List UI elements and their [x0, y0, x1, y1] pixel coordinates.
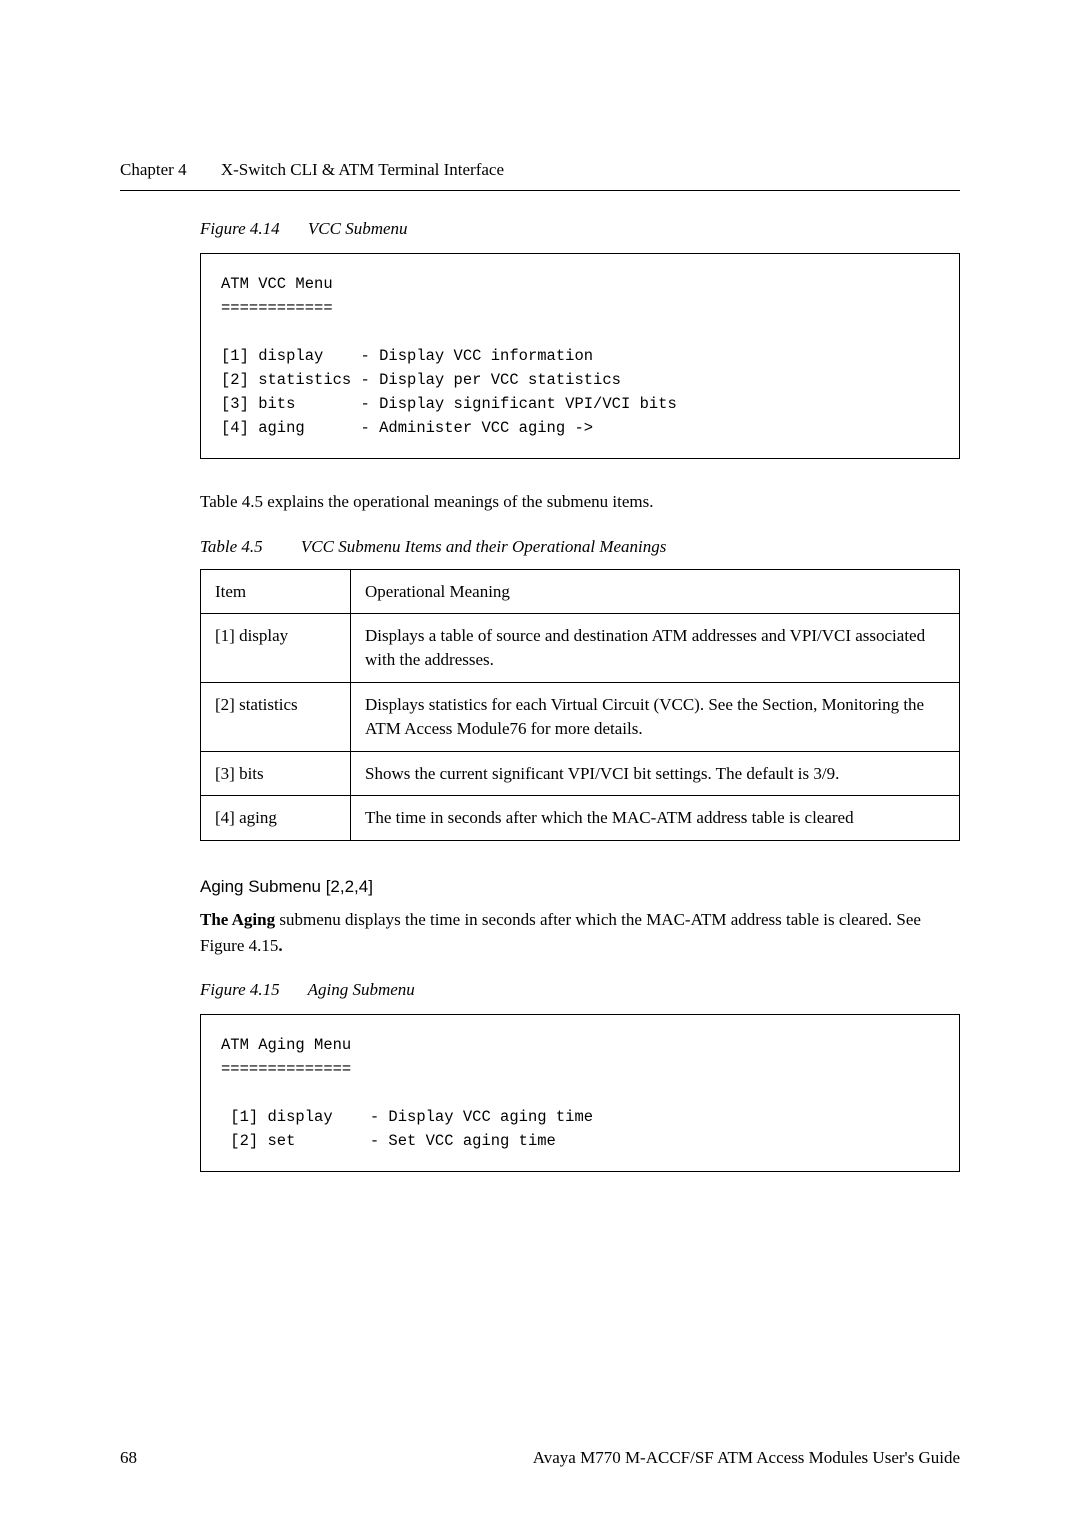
table-cell-meaning: Displays a table of source and destinati… — [351, 614, 960, 683]
figure-4-14-caption: Figure 4.14 VCC Submenu — [200, 219, 960, 239]
table-4-5-caption: Table 4.5 VCC Submenu Items and their Op… — [200, 537, 960, 557]
table-cell-item: [1] display — [201, 614, 351, 683]
chapter-title: X-Switch CLI & ATM Terminal Interface — [221, 160, 504, 179]
header-divider — [120, 190, 960, 191]
figure-label: Figure 4.14 — [200, 219, 280, 238]
aging-rest: submenu displays the time in seconds aft… — [200, 910, 921, 955]
table-title: VCC Submenu Items and their Operational … — [301, 537, 666, 556]
table-label: Table 4.5 — [200, 537, 263, 556]
figure-title: Aging Submenu — [308, 980, 415, 999]
table-header-row: Item Operational Meaning — [201, 569, 960, 614]
footer-doc-title: Avaya M770 M-ACCF/SF ATM Access Modules … — [533, 1448, 960, 1468]
chapter-header: Chapter 4 X-Switch CLI & ATM Terminal In… — [120, 160, 960, 180]
aging-description: The Aging submenu displays the time in s… — [200, 907, 960, 958]
table-row: [2] statistics Displays statistics for e… — [201, 683, 960, 752]
vcc-submenu-table: Item Operational Meaning [1] display Dis… — [200, 569, 960, 842]
table-row: [1] display Displays a table of source a… — [201, 614, 960, 683]
table-cell-item: [4] aging — [201, 796, 351, 841]
vcc-submenu-code: ATM VCC Menu ============ [1] display - … — [200, 253, 960, 459]
table-cell-item: [3] bits — [201, 751, 351, 796]
figure-title: VCC Submenu — [308, 219, 408, 238]
figure-label: Figure 4.15 — [200, 980, 280, 999]
figure-4-15-caption: Figure 4.15 Aging Submenu — [200, 980, 960, 1000]
table-cell-meaning: Shows the current significant VPI/VCI bi… — [351, 751, 960, 796]
table-row: [4] aging The time in seconds after whic… — [201, 796, 960, 841]
table-cell-meaning: Displays statistics for each Virtual Cir… — [351, 683, 960, 752]
table-cell-item: [2] statistics — [201, 683, 351, 752]
chapter-label: Chapter 4 — [120, 160, 187, 179]
table-cell-meaning: The time in seconds after which the MAC-… — [351, 796, 960, 841]
page-number: 68 — [120, 1448, 137, 1468]
table-explain-text: Table 4.5 explains the operational meani… — [200, 489, 960, 515]
main-content: Figure 4.14 VCC Submenu ATM VCC Menu ===… — [200, 219, 960, 1172]
table-header-meaning: Operational Meaning — [351, 569, 960, 614]
aging-lead-bold: The Aging — [200, 910, 275, 929]
aging-submenu-heading: Aging Submenu [2,2,4] — [200, 877, 960, 897]
page-footer: 68 Avaya M770 M-ACCF/SF ATM Access Modul… — [120, 1448, 960, 1468]
table-row: [3] bits Shows the current significant V… — [201, 751, 960, 796]
table-header-item: Item — [201, 569, 351, 614]
aging-tail-bold: . — [278, 936, 282, 955]
aging-submenu-code: ATM Aging Menu ============== [1] displa… — [200, 1014, 960, 1172]
